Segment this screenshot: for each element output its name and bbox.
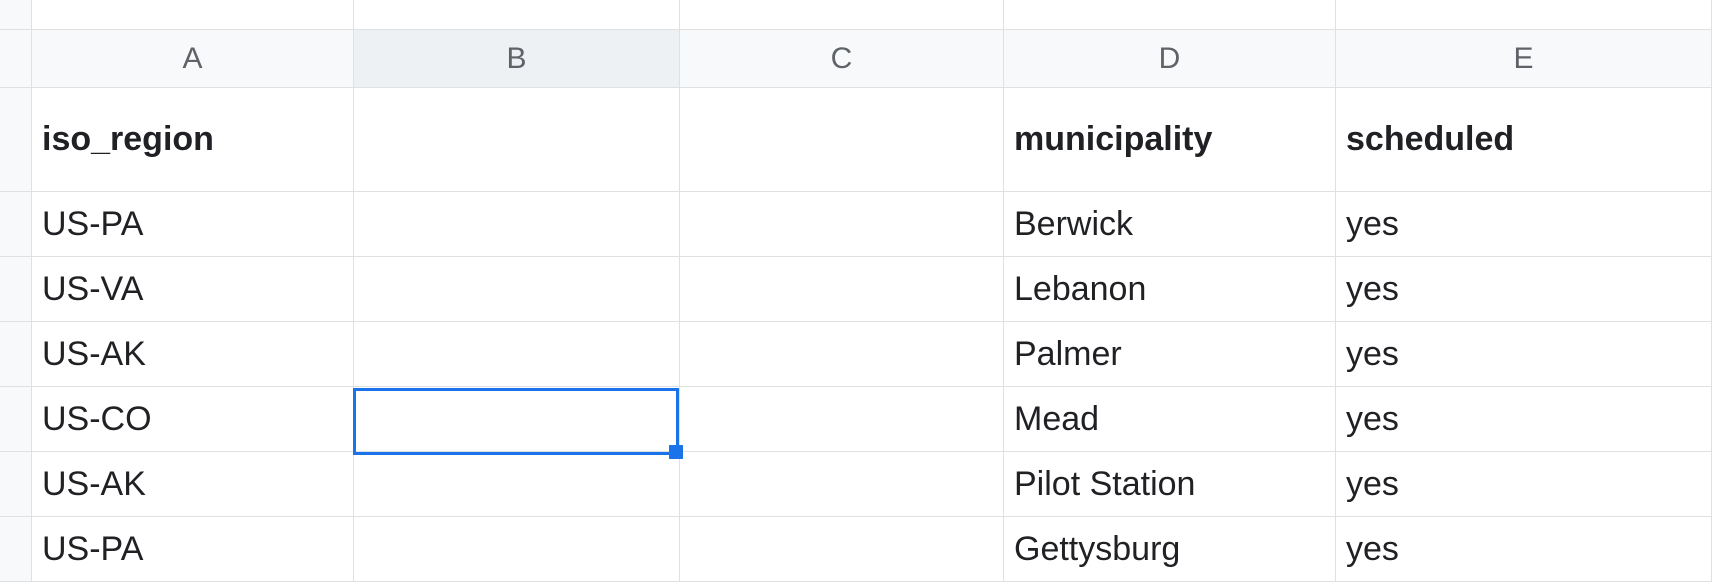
cell[interactable]: Palmer — [1004, 322, 1336, 387]
filler — [354, 0, 680, 30]
cell[interactable]: yes — [1336, 257, 1712, 322]
column-header-a[interactable]: A — [32, 30, 354, 88]
cell-selected[interactable] — [354, 387, 680, 452]
row-header[interactable] — [0, 517, 32, 582]
cell[interactable]: US-PA — [32, 192, 354, 257]
cell[interactable]: Lebanon — [1004, 257, 1336, 322]
cell[interactable]: US-CO — [32, 387, 354, 452]
column-header-e[interactable]: E — [1336, 30, 1712, 88]
cell[interactable] — [354, 88, 680, 192]
cell[interactable]: US-VA — [32, 257, 354, 322]
column-header-d[interactable]: D — [1004, 30, 1336, 88]
cell[interactable]: iso_region — [32, 88, 354, 192]
column-header-b[interactable]: B — [354, 30, 680, 88]
cell[interactable]: Berwick — [1004, 192, 1336, 257]
filler — [1004, 0, 1336, 30]
cell[interactable]: Gettysburg — [1004, 517, 1336, 582]
row-header[interactable] — [0, 322, 32, 387]
cell[interactable] — [354, 517, 680, 582]
row-header[interactable] — [0, 452, 32, 517]
cell[interactable] — [354, 257, 680, 322]
cell[interactable] — [680, 88, 1004, 192]
cell[interactable]: yes — [1336, 192, 1712, 257]
cell[interactable] — [680, 517, 1004, 582]
cell[interactable]: US-AK — [32, 452, 354, 517]
cell[interactable]: yes — [1336, 387, 1712, 452]
cell[interactable]: yes — [1336, 322, 1712, 387]
cell[interactable] — [680, 192, 1004, 257]
cell[interactable]: scheduled — [1336, 88, 1712, 192]
cell[interactable] — [354, 192, 680, 257]
row-header[interactable] — [0, 257, 32, 322]
filler — [680, 0, 1004, 30]
cell[interactable] — [354, 322, 680, 387]
filler — [1336, 0, 1712, 30]
cell[interactable] — [680, 452, 1004, 517]
corner-filler — [0, 0, 32, 30]
cell[interactable] — [680, 322, 1004, 387]
cell[interactable]: yes — [1336, 452, 1712, 517]
filler — [32, 0, 354, 30]
cell[interactable] — [354, 452, 680, 517]
cell[interactable]: US-PA — [32, 517, 354, 582]
cell[interactable] — [680, 387, 1004, 452]
select-all-corner[interactable] — [0, 30, 32, 88]
cell[interactable] — [680, 257, 1004, 322]
cell[interactable]: Pilot Station — [1004, 452, 1336, 517]
row-header[interactable] — [0, 387, 32, 452]
spreadsheet-grid: A B C D E iso_region municipality schedu… — [0, 0, 1712, 582]
cell[interactable]: yes — [1336, 517, 1712, 582]
row-header[interactable] — [0, 88, 32, 192]
cell[interactable]: US-AK — [32, 322, 354, 387]
row-header[interactable] — [0, 192, 32, 257]
cell[interactable]: Mead — [1004, 387, 1336, 452]
column-header-c[interactable]: C — [680, 30, 1004, 88]
cell[interactable]: municipality — [1004, 88, 1336, 192]
